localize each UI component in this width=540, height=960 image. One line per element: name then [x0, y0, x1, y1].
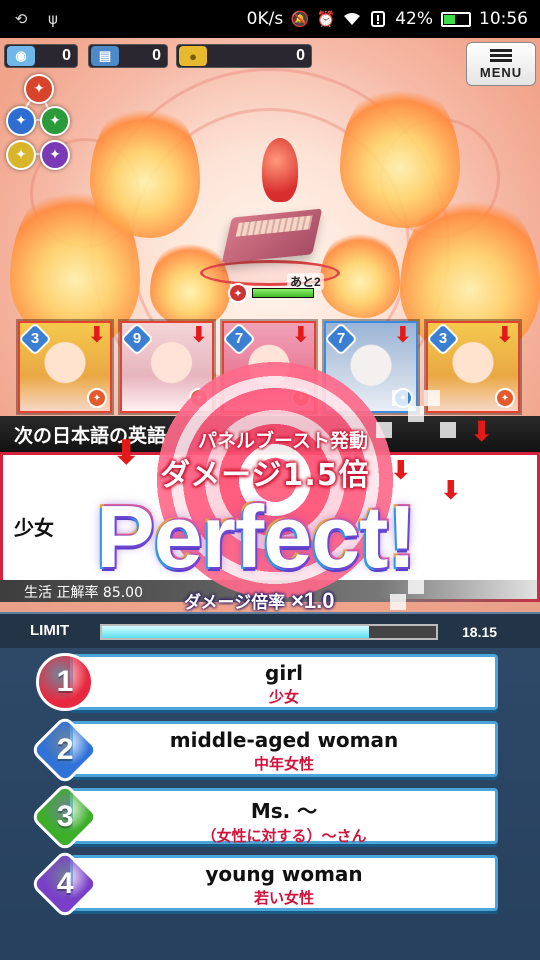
checker-effect — [440, 422, 456, 438]
checker-effect — [376, 422, 392, 438]
down-arrow-icon: ⬇ — [393, 323, 412, 348]
fire-element-icon: ✦ — [495, 388, 515, 408]
answer-number: 2 — [56, 733, 74, 766]
hamburger-icon — [490, 48, 512, 62]
wifi-icon — [343, 10, 361, 28]
menu-button[interactable]: MENU — [466, 42, 536, 86]
down-arrow-icon: ⬇ — [495, 323, 514, 348]
down-arrow-icon: ⬇ — [189, 323, 208, 348]
usb-icon: ψ — [48, 10, 58, 28]
question-word: 少女 — [14, 516, 54, 540]
water-element-icon: ✦ — [6, 106, 36, 136]
answer-japanese: 中年女性 — [253, 755, 314, 773]
dark-element-icon: ✦ — [40, 140, 70, 170]
answer-number-badge[interactable]: 1 — [36, 653, 94, 711]
damage-rate-label: ダメージ倍率 — [184, 593, 286, 613]
ticket-counter[interactable]: ▤ 0 — [88, 44, 168, 68]
perfect-result-text: Perfect! — [96, 487, 417, 586]
damage-rate-value: ×1.0 — [291, 588, 335, 613]
answer-button[interactable]: girl 少女 — [70, 654, 498, 710]
answer-english: Ms. ～ — [250, 799, 318, 823]
fire-element-icon: ✦ — [87, 388, 107, 408]
alarm-icon: ⏰ — [316, 10, 336, 28]
damage-rate: ダメージ倍率 ×1.0 — [184, 588, 335, 614]
down-arrow-icon: ⬇ — [390, 456, 412, 486]
status-bar: ⟲ ψ 0K/s 🔕 ⏰ 42% 10:56 — [0, 0, 540, 38]
answer-english: girl — [265, 661, 303, 685]
answer-japanese: 少女 — [268, 688, 299, 706]
clock: 10:56 — [479, 9, 528, 29]
limit-label: LIMIT — [30, 622, 70, 639]
enemy-fire-element-icon: ✦ — [228, 283, 248, 303]
answer-number: 3 — [56, 800, 74, 833]
down-arrow-icon: ⬇ — [87, 323, 106, 348]
answer-english: young woman — [205, 862, 363, 886]
character-level: 7 — [234, 330, 244, 347]
answer-japanese: 若い女性 — [253, 889, 314, 907]
battle-screen: ◉ 0 ▤ 0 ● 0 MENU ✦ ✦ ✦ ✦ ✦ あと2 ✦ 3⬇✦9⬇✦7… — [0, 38, 540, 960]
checker-effect — [392, 390, 408, 406]
battery-percent: 42% — [395, 9, 433, 29]
network-speed: 0K/s — [246, 9, 284, 29]
accuracy-label: 正解率 — [56, 585, 99, 601]
party-card[interactable]: 3 ⬇ ✦ — [426, 321, 520, 413]
stamina-icon: ◉ — [7, 46, 35, 66]
coin-icon: ● — [179, 46, 207, 66]
party-card[interactable]: 3 ⬇ ✦ — [18, 321, 112, 413]
limit-bar: LIMIT 18.15 — [0, 612, 540, 648]
mute-icon: 🔕 — [290, 10, 310, 28]
sim-alert-icon — [369, 10, 387, 28]
answer-number: 1 — [56, 665, 74, 698]
limit-track — [100, 624, 438, 640]
answer-button[interactable]: middle-aged woman 中年女性 — [70, 721, 498, 777]
checker-effect — [390, 594, 406, 610]
answer-number: 4 — [56, 867, 74, 900]
stamina-counter[interactable]: ◉ 0 — [4, 44, 78, 68]
down-arrow-icon: ⬇ — [440, 476, 462, 506]
panel-boost-title: パネルブースト発動 — [198, 430, 369, 452]
fire-element-icon: ✦ — [24, 74, 54, 104]
answer-english: middle-aged woman — [169, 728, 399, 752]
question-category: 生活 — [24, 585, 52, 601]
answer-button[interactable]: young woman 若い女性 — [70, 855, 498, 911]
character-level: 3 — [438, 330, 448, 347]
checker-effect — [408, 406, 424, 422]
down-arrow-icon: ⬇ — [291, 323, 310, 348]
down-arrow-icon: ⬇ — [112, 433, 141, 473]
character-level: 3 — [30, 330, 40, 347]
character-level: 7 — [336, 330, 346, 347]
coin-counter[interactable]: ● 0 — [176, 44, 312, 68]
screen-rotate-icon: ⟲ — [14, 10, 28, 28]
ticket-icon: ▤ — [91, 46, 119, 66]
coin-value: 0 — [296, 47, 305, 64]
enemy-hp: ✦ — [228, 283, 314, 303]
ticket-value: 0 — [152, 47, 161, 64]
character-level: 9 — [132, 330, 142, 347]
stamina-value: 0 — [62, 47, 71, 64]
down-arrow-icon: ⬇ — [470, 415, 494, 448]
light-element-icon: ✦ — [6, 140, 36, 170]
enemy-hp-bar — [252, 288, 314, 298]
answer-japanese: （女性に対する）～さん — [201, 827, 367, 845]
limit-time: 18.15 — [462, 624, 498, 640]
menu-label: MENU — [479, 64, 523, 80]
battery-icon — [441, 11, 471, 27]
enemy-spirit — [262, 138, 298, 202]
wood-element-icon: ✦ — [40, 106, 70, 136]
checker-effect — [424, 390, 440, 406]
answer-button[interactable]: Ms. ～ （女性に対する）～さん — [70, 788, 498, 845]
